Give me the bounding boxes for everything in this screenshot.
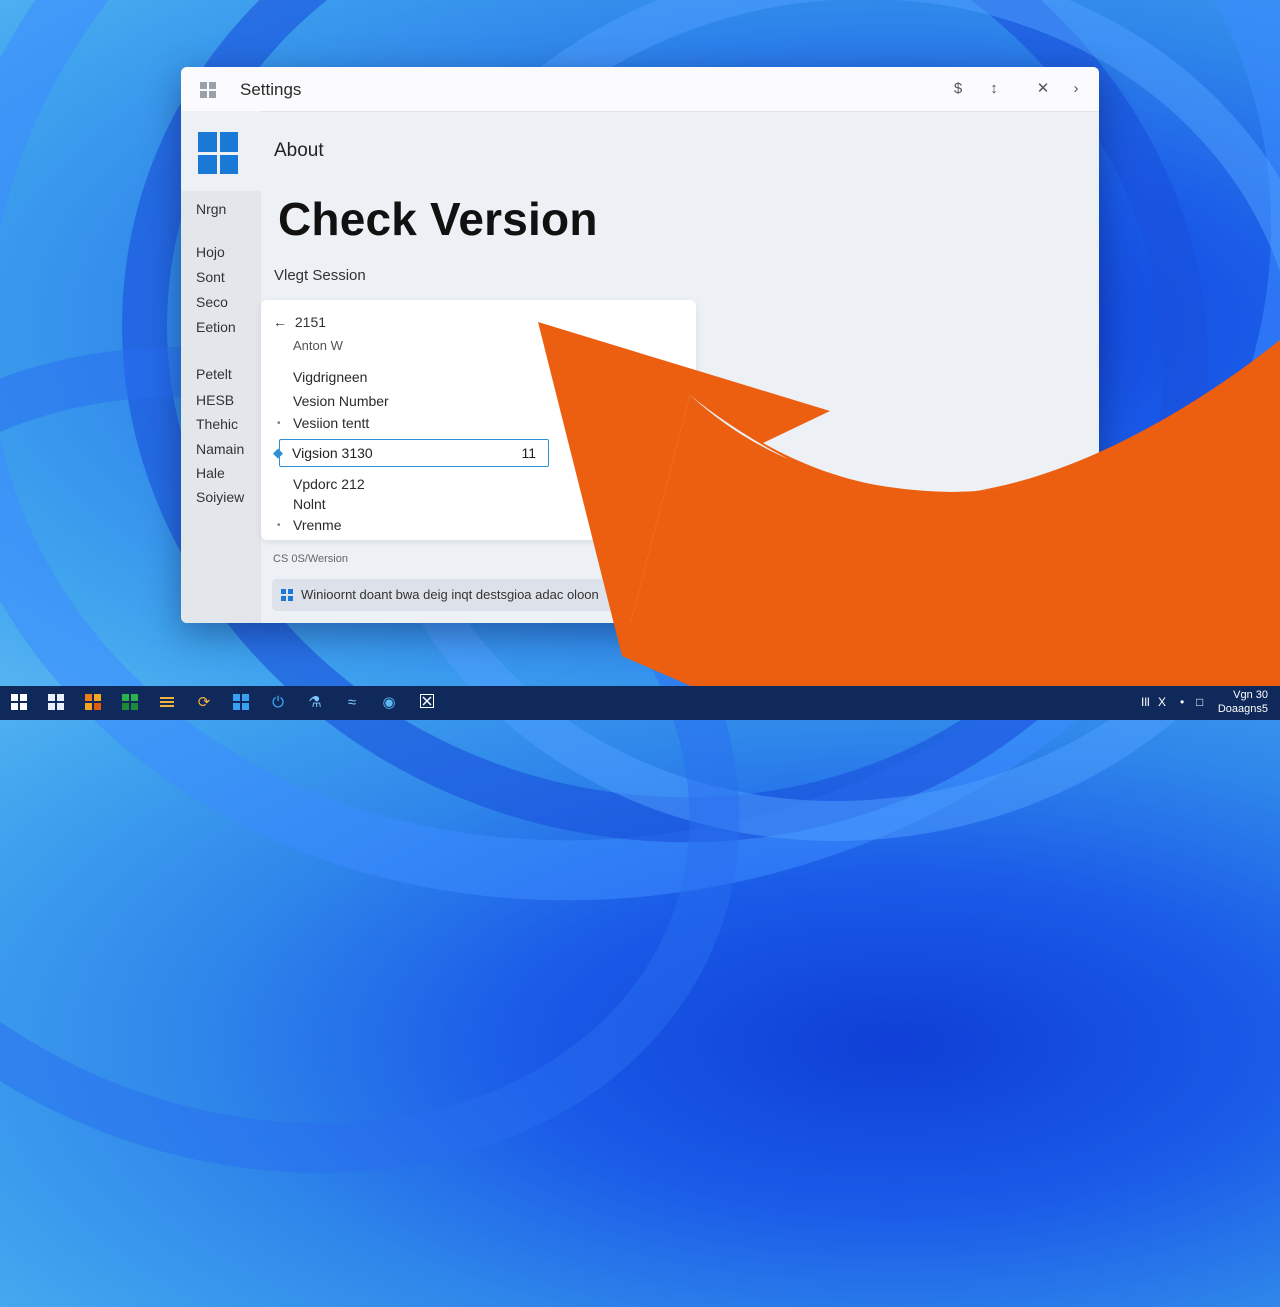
sidebar-item[interactable]: Soiyiew (196, 489, 244, 505)
spinner-app-icon[interactable]: ⟳ (195, 694, 213, 712)
sidebar-header (181, 111, 261, 191)
wave-app-icon[interactable]: ≈ (343, 694, 361, 712)
close-box-icon[interactable] (418, 694, 436, 712)
power-app-icon[interactable]: ⏻ (269, 694, 287, 712)
sidebar-item[interactable]: Sont (196, 269, 225, 285)
os-version-label: CS 0S/Wersion (273, 553, 348, 565)
info-banner[interactable]: Winioornt doant bwa deig inqt destsgioa … (272, 579, 632, 611)
tray-dot-icon[interactable]: • (1180, 695, 1184, 709)
list-item[interactable]: Vesion Number (293, 393, 389, 409)
clock-time: Vgn 30 (1233, 689, 1268, 701)
headline: Check Version (278, 193, 598, 245)
bullet-icon: • (277, 418, 281, 429)
sidebar-item[interactable]: HESB (196, 392, 234, 408)
back-arrow-icon: ← (273, 314, 287, 330)
page-title: About (274, 140, 324, 161)
card-sublabel: Anton W (293, 338, 343, 353)
list-item[interactable]: Vpdorc 212 (293, 476, 365, 492)
list-item[interactable]: Vrenme (293, 517, 342, 533)
bucket-app-icon[interactable]: ⚗ (306, 694, 324, 712)
windows-logo-icon (200, 82, 216, 98)
windows-app-icon[interactable] (232, 694, 250, 712)
sidebar-item[interactable]: Hojo (196, 244, 225, 260)
section-subhead: Vlegt Session (274, 267, 366, 284)
system-clock[interactable]: Vgn 30 Doaagns5 (1218, 688, 1268, 716)
back-link[interactable]: ← 2151 (273, 314, 326, 330)
list-item[interactable]: Vesiion tentt (293, 415, 369, 431)
window-title: Settings (240, 80, 302, 99)
version-field-value: 11 (521, 445, 536, 461)
task-view-icon[interactable] (47, 694, 65, 712)
settings-window: Settings $ ↕ ✕ › Nrgn Hojo Sont Seco Eet… (181, 67, 1099, 623)
file-explorer-icon[interactable] (158, 694, 176, 712)
sidebar-item[interactable]: Petelt (196, 366, 232, 382)
sidebar-item[interactable]: Hale (196, 465, 225, 481)
tray-signal-icon[interactable]: Ill (1141, 695, 1150, 709)
version-card: ← 2151 Anton W Vigdrigneen Vesion Number… (261, 300, 696, 540)
title-bar[interactable]: Settings $ ↕ ✕ › (181, 67, 1099, 112)
list-item[interactable]: Nolnt (293, 496, 326, 512)
edge-browser-icon[interactable]: ◉ (380, 694, 398, 712)
sidebar: Nrgn Hojo Sont Seco Eetion Petelt HESB T… (181, 111, 261, 623)
version-field[interactable]: ◆ Vigsion 3130 11 (273, 439, 549, 467)
version-field-label: Vigsion 3130 (292, 445, 373, 461)
close-button[interactable]: ✕ (1030, 77, 1056, 101)
banner-text: Winioornt doant bwa deig inqt destsgioa … (301, 587, 599, 602)
resize-button[interactable]: ↕ (981, 77, 1007, 101)
office-app-icon[interactable] (84, 694, 102, 712)
sidebar-item[interactable]: Seco (196, 294, 228, 310)
tray-close-icon[interactable]: X (1158, 695, 1166, 709)
back-label: 2151 (294, 314, 327, 330)
sidebar-item[interactable]: Namain (196, 441, 244, 457)
sidebar-item[interactable]: Nrgn (196, 201, 226, 217)
list-item[interactable]: Vigdrigneen (293, 369, 367, 385)
taskbar: ⟳ ⏻ ⚗ ≈ ◉ Ill X • □ Vgn 30 Doaagns5 (0, 686, 1280, 720)
windows-logo-icon (281, 589, 293, 601)
tray-window-icon[interactable]: □ (1196, 695, 1203, 709)
sidebar-item[interactable]: Thehic (196, 416, 238, 432)
clock-date: Doaagns5 (1217, 703, 1268, 715)
bullet-icon: • (277, 520, 281, 531)
caret-icon: ◆ (273, 445, 283, 460)
windows-logo-icon (198, 132, 238, 174)
pin-button[interactable]: $ (945, 77, 971, 101)
store-app-icon[interactable] (121, 694, 139, 712)
sidebar-item[interactable]: Eetion (196, 319, 236, 335)
start-button[interactable] (10, 694, 28, 712)
more-button[interactable]: › (1063, 77, 1089, 101)
